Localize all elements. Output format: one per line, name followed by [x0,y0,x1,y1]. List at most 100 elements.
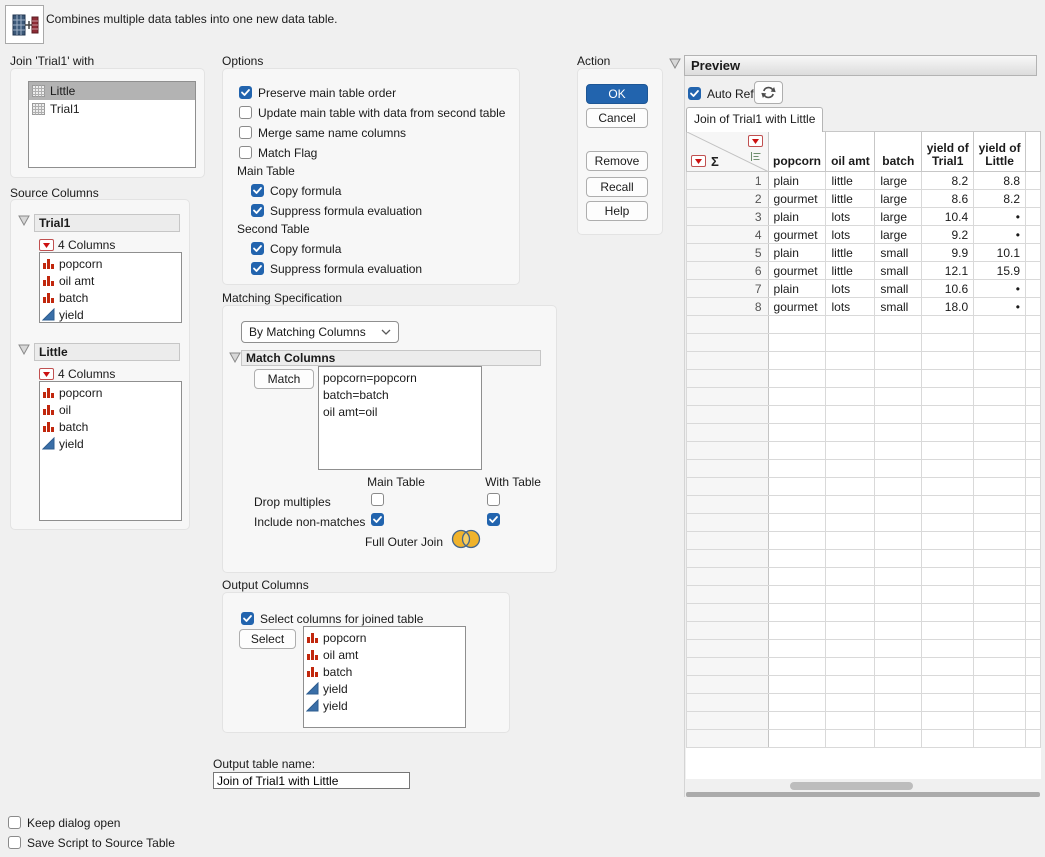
table-cell[interactable]: plain [768,280,826,298]
output-table-name-input[interactable] [213,772,410,789]
ok-button[interactable]: OK [586,84,648,104]
column-header[interactable]: batch [875,132,922,172]
column-item[interactable]: yield [40,435,181,452]
table-cell[interactable]: large [875,190,922,208]
column-header[interactable]: yield of Little [974,132,1026,172]
table-cell[interactable]: lots [826,280,875,298]
row-number[interactable]: 5 [687,244,769,262]
drop-multiples-main-checkbox[interactable] [371,493,384,506]
row-number[interactable]: 7 [687,280,769,298]
source-group-title[interactable]: Little [34,343,180,361]
column-item[interactable]: oil amt [40,272,181,289]
table-cell[interactable]: • [974,280,1026,298]
table-cell[interactable]: 8.6 [922,190,974,208]
option-checkbox[interactable] [251,204,264,217]
table-cell[interactable]: gourmet [768,262,826,280]
match-columns-header[interactable]: Match Columns [241,350,541,366]
table-list-item[interactable]: Little [29,82,195,100]
table-cell[interactable]: 9.2 [922,226,974,244]
table-cell[interactable]: small [875,244,922,262]
option-checkbox[interactable] [239,126,252,139]
recall-button[interactable]: Recall [586,177,648,197]
table-cell[interactable]: 9.9 [922,244,974,262]
preview-table[interactable]: Σpopcornoil amtbatchyield of Trial1yield… [686,131,1041,748]
source-group-title[interactable]: Trial1 [34,214,180,232]
table-row[interactable]: 2gourmetlittlelarge8.68.2 [687,190,1041,208]
summary-sigma-icon[interactable]: Σ [711,154,719,169]
row-number[interactable]: 2 [687,190,769,208]
table-cell[interactable]: 15.9 [974,262,1026,280]
table-cell[interactable]: large [875,226,922,244]
table-cell[interactable]: small [875,262,922,280]
row-number[interactable]: 6 [687,262,769,280]
table-cell[interactable]: 12.1 [922,262,974,280]
output-column-list[interactable]: popcornoil amtbatchyieldyield [303,626,466,728]
preview-header[interactable]: Preview [684,55,1037,76]
table-cell[interactable]: lots [826,226,875,244]
table-row[interactable]: 5plainlittlesmall9.910.1 [687,244,1041,262]
column-item[interactable]: batch [40,289,181,306]
include-non-matches-with-checkbox[interactable] [487,513,500,526]
table-cell[interactable]: gourmet [768,298,826,316]
table-cell[interactable]: 8.8 [974,172,1026,190]
horizontal-scrollbar-track[interactable] [686,792,1040,797]
table-row[interactable]: 6gourmetlittlesmall12.115.9 [687,262,1041,280]
table-row[interactable]: 3plainlotslarge10.4• [687,208,1041,226]
collapse-triangle-icon[interactable] [229,352,241,363]
table-cell[interactable]: little [826,262,875,280]
table-cell[interactable]: lots [826,208,875,226]
option-checkbox[interactable] [251,242,264,255]
refresh-button[interactable] [754,81,783,104]
row-number[interactable]: 1 [687,172,769,190]
table-cell[interactable]: large [875,208,922,226]
column-item[interactable]: yield [304,680,465,697]
table-cell[interactable]: • [974,226,1026,244]
save-script-checkbox[interactable] [8,836,21,849]
source-column-list[interactable]: popcornoilbatchyield [39,381,182,521]
table-cell[interactable]: 10.4 [922,208,974,226]
table-cell[interactable]: 18.0 [922,298,974,316]
join-with-list[interactable]: LittleTrial1 [28,81,196,168]
table-cell[interactable]: 8.2 [922,172,974,190]
drop-multiples-with-checkbox[interactable] [487,493,500,506]
match-pair[interactable]: popcorn=popcorn [319,370,481,387]
collapse-triangle-icon[interactable] [18,344,30,355]
table-cell[interactable]: small [875,280,922,298]
table-corner-cell[interactable]: Σ [687,132,769,172]
column-item[interactable]: oil amt [304,646,465,663]
horizontal-scrollbar-thumb[interactable] [790,782,913,790]
column-item[interactable]: yield [304,697,465,714]
table-cell[interactable]: little [826,190,875,208]
cancel-button[interactable]: Cancel [586,108,648,128]
table-cell[interactable]: 10.1 [974,244,1026,262]
match-button[interactable]: Match [254,369,314,389]
rows-menu-icon[interactable] [691,155,706,167]
option-checkbox[interactable] [239,146,252,159]
table-cell[interactable]: small [875,298,922,316]
select-columns-checkbox[interactable] [241,612,254,625]
table-cell[interactable]: plain [768,208,826,226]
table-cell[interactable]: little [826,244,875,262]
table-row[interactable]: 8gourmetlotssmall18.0• [687,298,1041,316]
collapse-triangle-icon[interactable] [18,215,30,226]
option-checkbox[interactable] [251,262,264,275]
row-number[interactable]: 8 [687,298,769,316]
columns-menu-icon[interactable] [39,239,54,251]
match-pair[interactable]: batch=batch [319,387,481,404]
table-cell[interactable]: 8.2 [974,190,1026,208]
option-checkbox[interactable] [251,184,264,197]
column-item[interactable]: popcorn [304,629,465,646]
column-item[interactable]: yield [40,306,181,323]
column-header[interactable]: yield of Trial1 [922,132,974,172]
table-cell[interactable]: plain [768,244,826,262]
row-number[interactable]: 3 [687,208,769,226]
include-non-matches-main-checkbox[interactable] [371,513,384,526]
column-item[interactable]: batch [304,663,465,680]
table-row[interactable]: 4gourmetlotslarge9.2• [687,226,1041,244]
column-item[interactable]: popcorn [40,384,181,401]
option-checkbox[interactable] [239,106,252,119]
table-cell[interactable]: lots [826,298,875,316]
preview-tab[interactable]: Join of Trial1 with Little [686,107,823,132]
table-cell[interactable]: plain [768,172,826,190]
table-cell[interactable]: large [875,172,922,190]
